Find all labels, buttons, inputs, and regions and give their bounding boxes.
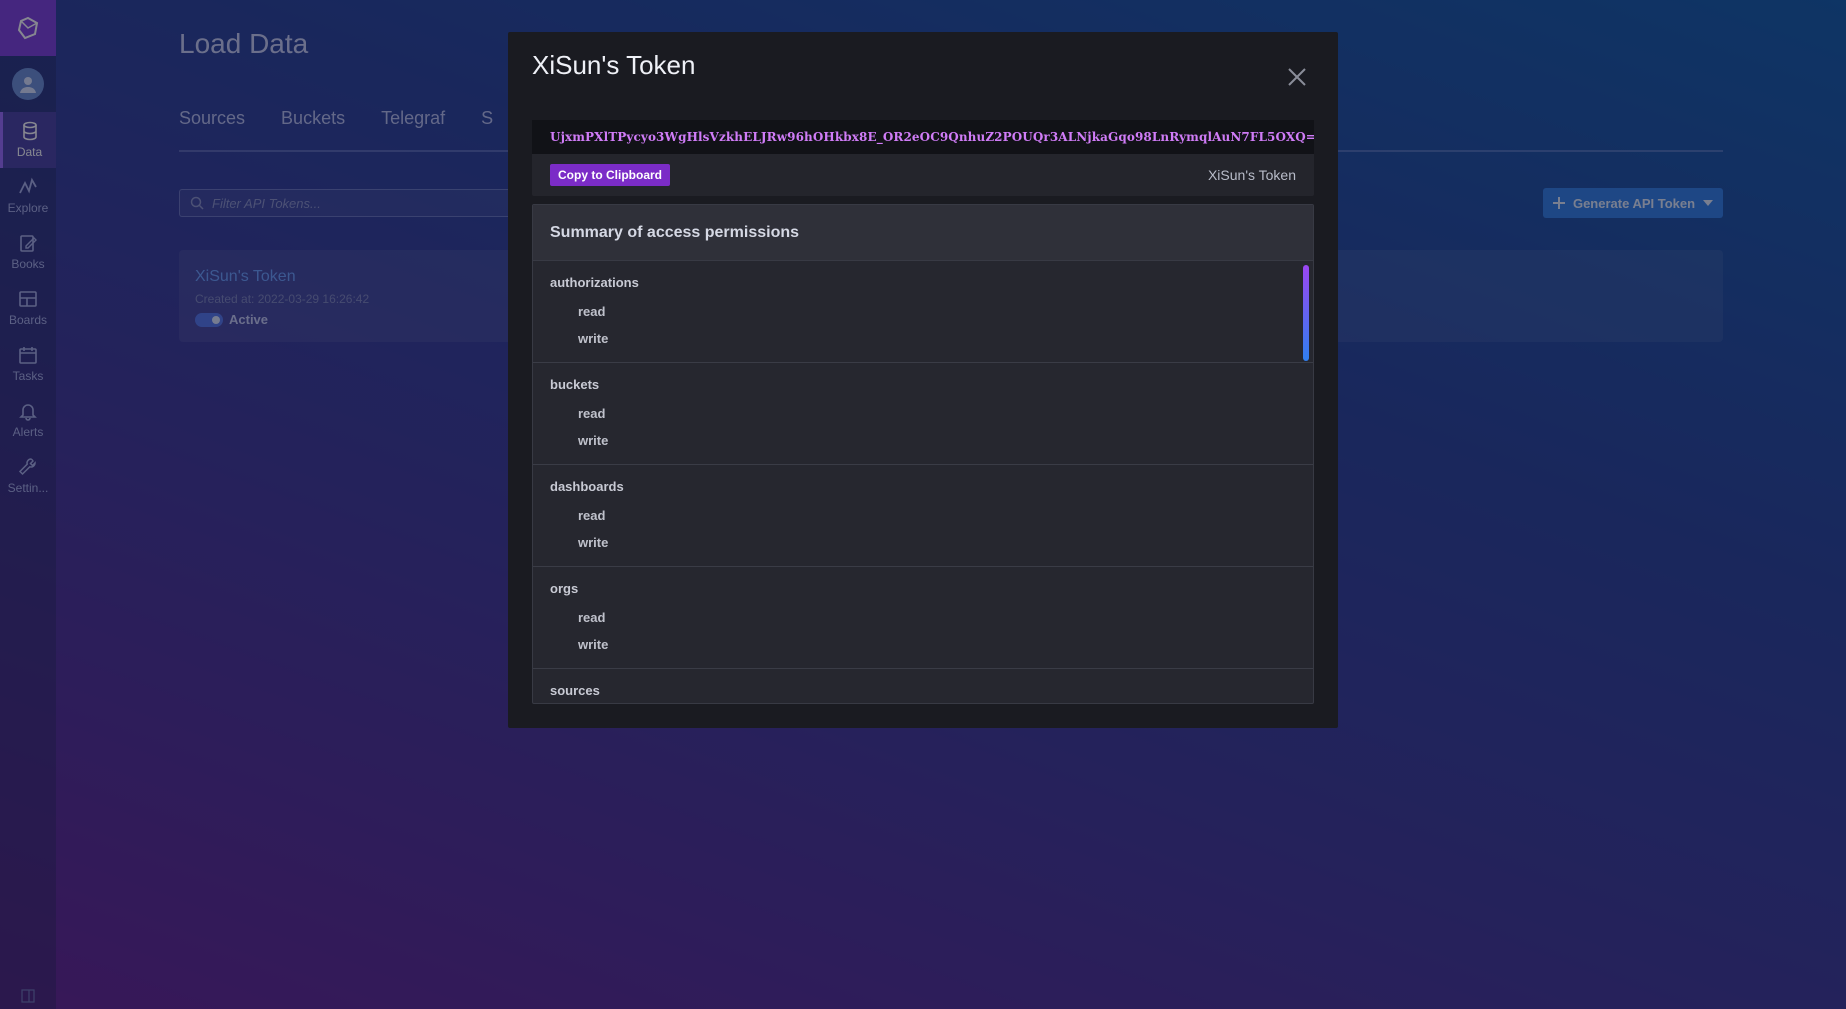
permission-resource: sources xyxy=(550,683,600,698)
permission-resource: buckets xyxy=(550,377,600,392)
permission-action: read xyxy=(578,610,606,625)
summary-title: Summary of access permissions xyxy=(533,205,1313,261)
permission-group-dashboards: dashboards read write xyxy=(533,465,1313,567)
token-value[interactable]: UjxmPXlTPycyo3WgHlsVzkhELJRw96hOHkbx8E_O… xyxy=(532,120,1314,154)
permission-group-buckets: buckets read write xyxy=(533,363,1313,465)
token-box: UjxmPXlTPycyo3WgHlsVzkhELJRw96hOHkbx8E_O… xyxy=(532,120,1314,196)
permission-action: write xyxy=(578,535,609,550)
close-button[interactable] xyxy=(1282,62,1312,92)
permission-group-authorizations: authorizations read write xyxy=(533,261,1313,363)
token-description: XiSun's Token xyxy=(1207,167,1296,183)
permission-action: write xyxy=(578,637,609,652)
copy-to-clipboard-button[interactable]: Copy to Clipboard xyxy=(550,164,670,186)
permission-resource: orgs xyxy=(550,581,579,596)
permission-action: read xyxy=(578,406,606,421)
permission-action: read xyxy=(578,508,606,523)
permission-group-orgs: orgs read write xyxy=(533,567,1313,669)
permission-action: read xyxy=(578,304,606,319)
permission-group-sources: sources read write xyxy=(533,669,1313,703)
token-modal: XiSun's Token UjxmPXlTPycyo3WgHlsVzkhELJ… xyxy=(508,32,1338,728)
scrollbar-thumb[interactable] xyxy=(1303,265,1309,361)
permission-action: write xyxy=(578,433,609,448)
permissions-summary: Summary of access permissions authorizat… xyxy=(532,204,1314,704)
permission-resource: authorizations xyxy=(550,275,639,290)
permission-resource: dashboards xyxy=(550,479,624,494)
close-icon xyxy=(1288,68,1306,86)
permissions-list[interactable]: authorizations read write buckets read w… xyxy=(533,261,1313,703)
permission-action: write xyxy=(578,331,609,346)
modal-title: XiSun's Token xyxy=(532,50,696,80)
